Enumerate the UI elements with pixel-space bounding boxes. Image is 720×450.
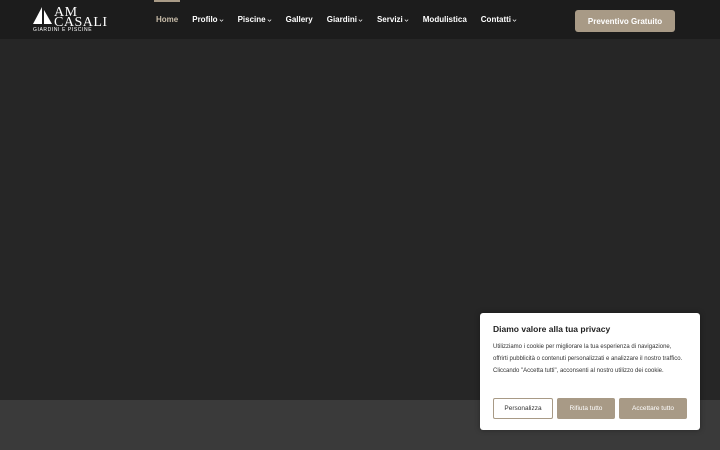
free-quote-button[interactable]: Preventivo Gratuito [575,10,675,32]
nav-item-modulistica[interactable]: Modulistica [423,0,467,39]
nav-item-label: Modulistica [422,15,467,24]
chevron-down-icon [404,18,409,22]
customize-button[interactable]: Personalizza [493,398,553,419]
chevron-down-icon [512,18,517,22]
nav-item-label: Piscine [237,15,266,24]
main-nav: Home Profilo Piscine Gallery Giardini Se… [153,0,531,39]
chevron-down-icon [267,18,271,22]
nav-item-home[interactable]: Home [153,0,181,39]
reject-all-button[interactable]: Rifiuta tutto [557,398,615,419]
nav-item-label: Servizi [376,15,403,24]
nav-item-servizi[interactable]: Servizi [377,0,409,39]
nav-item-profilo[interactable]: Profilo [192,0,223,39]
cookie-text: Utilizziamo i cookie per migliorare la t… [493,344,683,374]
nav-item-label: Home [156,15,179,24]
nav-item-label: Giardini [326,15,357,24]
chevron-down-icon [219,18,223,22]
cookie-consent-banner: Diamo valore alla tua privacy Utilizziam… [480,313,700,430]
nav-item-label: Profilo [192,15,218,24]
cookie-buttons: Personalizza Rifiuta tutto Accettare tut… [493,398,687,419]
cookie-title: Diamo valore alla tua privacy [493,324,611,334]
nav-item-gallery[interactable]: Gallery [286,0,313,39]
site-header: AM CASALI GIARDINI E PISCINE Home Profil… [0,0,720,39]
nav-item-giardini[interactable]: Giardini [327,0,363,39]
nav-item-label: Gallery [285,15,313,24]
nav-item-contatti[interactable]: Contatti [481,0,517,39]
site-logo[interactable]: AM CASALI GIARDINI E PISCINE [32,6,108,34]
sail-logo-icon [33,7,52,24]
logo-tagline: GIARDINI E PISCINE [33,27,93,33]
accept-all-button[interactable]: Accettare tutto [619,398,687,419]
chevron-down-icon [358,18,363,22]
nav-item-piscine[interactable]: Piscine [238,0,272,39]
nav-item-label: Contatti [480,15,511,24]
